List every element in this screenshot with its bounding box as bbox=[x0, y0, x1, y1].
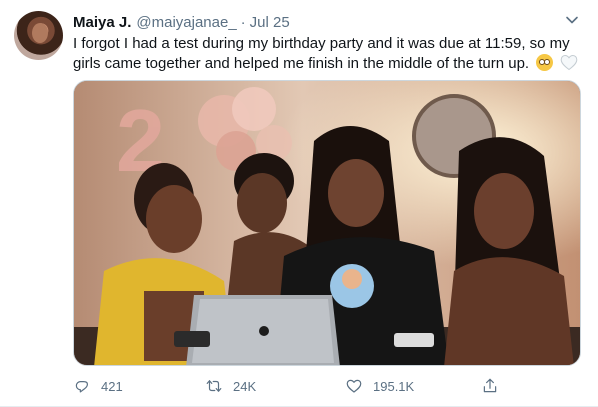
tweet-body: I forgot I had a test during my birthday… bbox=[73, 35, 570, 72]
tweet[interactable]: Maiya J. @maiyajanae_ · Jul 25 I forgot … bbox=[0, 0, 598, 407]
separator-dot: · bbox=[240, 13, 246, 31]
party-photo-illustration: 2 bbox=[74, 81, 580, 365]
tweet-text: I forgot I had a test during my birthday… bbox=[73, 34, 588, 74]
tweet-photo[interactable]: 2 bbox=[73, 80, 581, 366]
reply-button[interactable]: 421 bbox=[73, 376, 123, 396]
reply-count: 421 bbox=[101, 378, 123, 394]
tweet-date[interactable]: Jul 25 bbox=[250, 14, 290, 31]
retweet-button[interactable]: 24K bbox=[205, 376, 256, 396]
heart-icon bbox=[346, 379, 362, 393]
like-count: 195.1K bbox=[373, 378, 415, 394]
share-button[interactable] bbox=[481, 376, 509, 396]
chevron-down-icon[interactable] bbox=[564, 12, 580, 28]
face-with-rolling-eyes-icon bbox=[536, 54, 554, 71]
avatar[interactable] bbox=[14, 11, 63, 60]
share-icon bbox=[483, 378, 497, 393]
white-heart-icon bbox=[560, 54, 578, 71]
reply-icon bbox=[75, 381, 88, 393]
retweet-count: 24K bbox=[233, 378, 257, 394]
tweet-actions: 421 24K 195.1K bbox=[73, 376, 503, 396]
user-handle[interactable]: @maiyajanae_ bbox=[136, 14, 236, 31]
tweet-header: Maiya J. @maiyajanae_ · Jul 25 bbox=[73, 13, 290, 31]
display-name[interactable]: Maiya J. bbox=[73, 14, 131, 31]
like-button[interactable]: 195.1K bbox=[345, 376, 414, 396]
retweet-icon bbox=[206, 380, 222, 392]
